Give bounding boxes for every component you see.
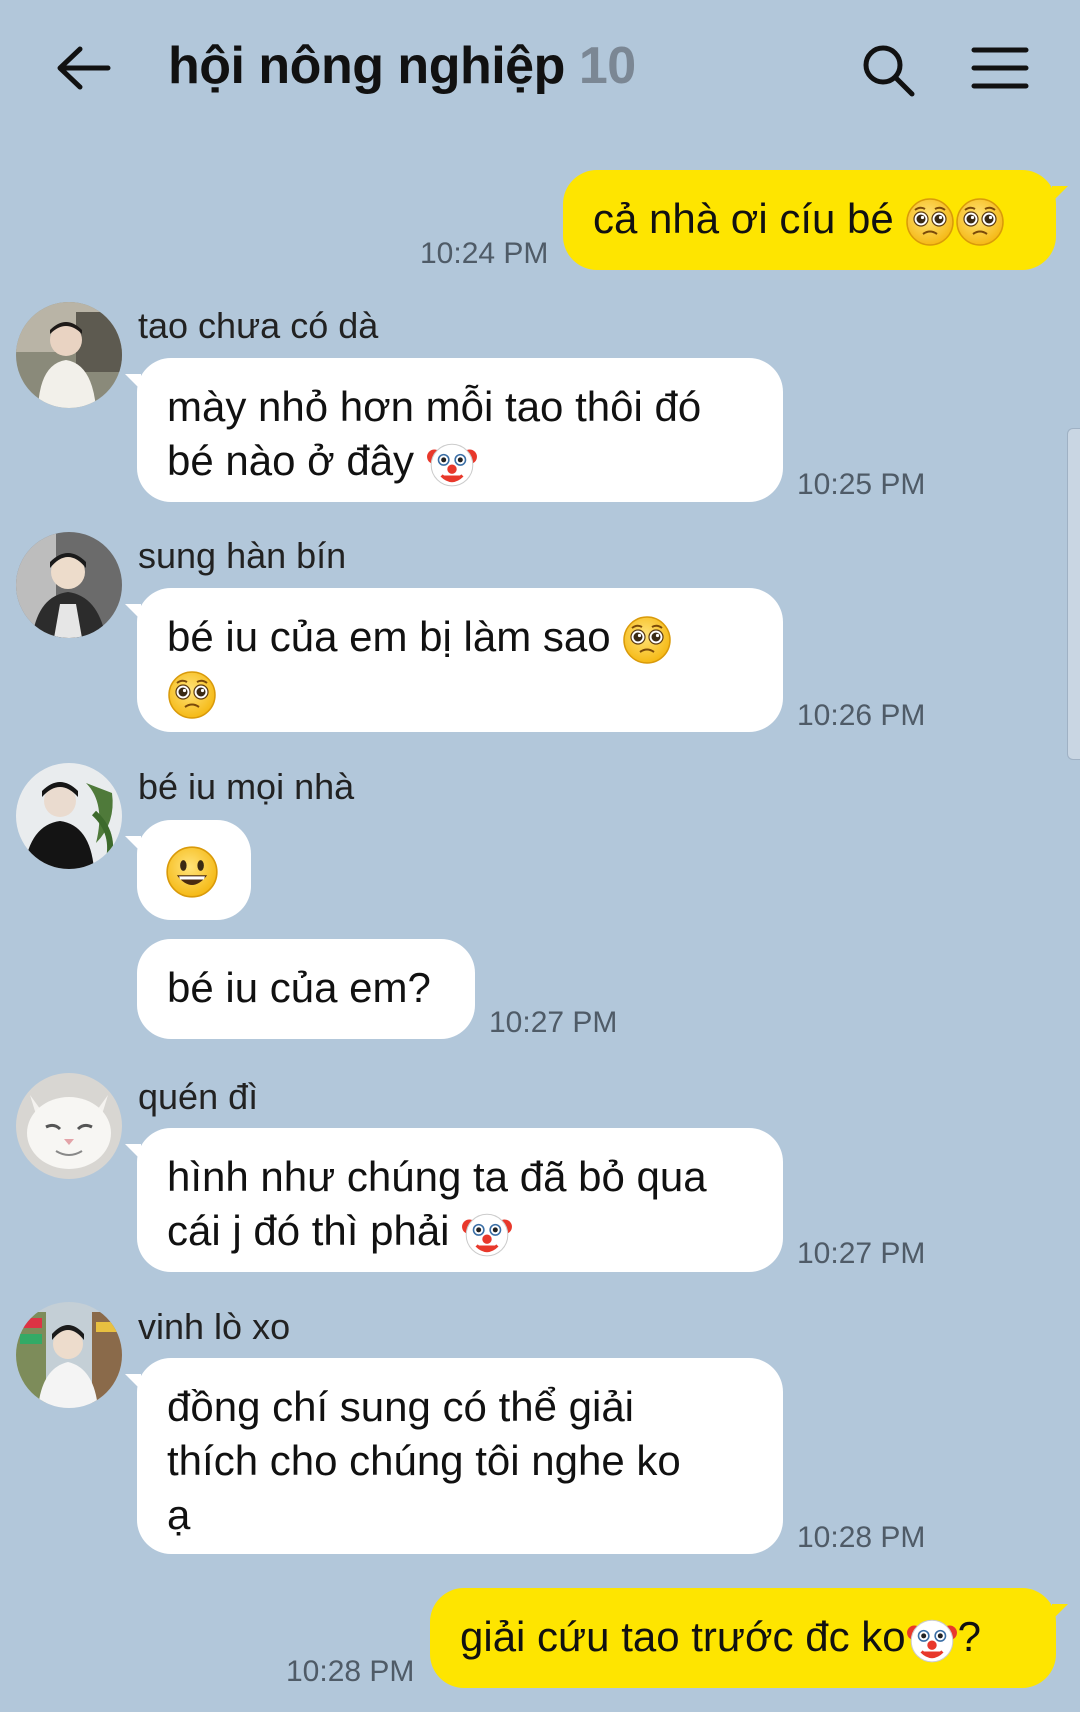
pleading-face-icon — [622, 615, 672, 665]
clown-face-icon — [461, 1208, 513, 1260]
pleading-face-icon — [905, 197, 955, 247]
chat-scrollbar[interactable] — [1067, 428, 1080, 760]
sender-name: sung hàn bín — [138, 535, 347, 576]
sender-name: quén đì — [138, 1076, 259, 1117]
member-count: 10 — [578, 37, 636, 95]
message-bubble[interactable]: hình như chúng ta đã bỏ qua cái j đó thì… — [125, 1128, 783, 1272]
avatar[interactable] — [16, 302, 122, 408]
sender-name: vinh lò xo — [138, 1306, 291, 1347]
message-text-line: thích cho chúng tôi nghe ko — [167, 1437, 681, 1484]
menu-button[interactable] — [970, 44, 1030, 92]
avatar[interactable] — [16, 763, 122, 869]
message-text: bé iu của em bị làm sao — [167, 613, 611, 660]
arrow-left-icon — [57, 46, 111, 90]
message-time: 10:27 PM — [797, 1237, 926, 1270]
message-text-suffix: ? — [957, 1613, 981, 1660]
message-text-line: hình như chúng ta đã bỏ qua — [167, 1153, 707, 1200]
message-text: giải cứu tao trước đc ko — [460, 1613, 906, 1660]
message-text-line: ạ — [167, 1491, 191, 1538]
group-name: hội nông nghiệp — [168, 37, 565, 95]
message-bubble[interactable]: bé iu của em bị làm sao — [125, 588, 783, 732]
clown-face-icon — [426, 438, 478, 490]
message-time: 10:27 PM — [489, 1006, 618, 1039]
message-text: cả nhà ơi cíu bé — [593, 195, 894, 242]
chat-title: hội nông nghiệp 10 — [168, 36, 636, 96]
message-bubble-mine[interactable]: giải cứu tao trước đc ko? — [430, 1588, 1068, 1688]
message-time: 10:25 PM — [797, 468, 926, 501]
pleading-face-icon — [955, 197, 1005, 247]
message-bubble[interactable]: bé iu của em? — [137, 939, 475, 1039]
avatar[interactable] — [16, 1302, 122, 1408]
message-bubble[interactable]: mày nhỏ hơn mỗi tao thôi đó bé nào ở đây — [125, 358, 783, 502]
avatar-photo — [16, 532, 122, 638]
chat-header: hội nông nghiệp 10 — [0, 0, 1080, 140]
back-button[interactable] — [50, 38, 120, 98]
message-text-line: mày nhỏ hơn mỗi tao thôi đó — [167, 383, 702, 430]
message-text-line: bé nào ở đây — [167, 437, 415, 484]
sender-name: tao chưa có dà — [138, 305, 379, 346]
message-time: 10:28 PM — [286, 1655, 415, 1688]
message-bubble[interactable] — [125, 820, 251, 920]
search-button[interactable] — [858, 40, 918, 100]
message-time: 10:26 PM — [797, 699, 926, 732]
message-text-line: đồng chí sung có thể giải — [167, 1383, 635, 1430]
clown-face-icon — [906, 1614, 958, 1666]
pleading-face-icon — [167, 670, 217, 720]
message-text: bé iu của em? — [167, 964, 431, 1011]
message-time: 10:24 PM — [420, 237, 549, 270]
hamburger-menu-icon — [971, 47, 1029, 89]
avatar[interactable] — [16, 532, 122, 638]
message-text-line: cái j đó thì phải — [167, 1207, 450, 1254]
avatar-photo — [16, 763, 122, 869]
avatar-photo — [16, 302, 122, 408]
message-bubble[interactable]: đồng chí sung có thể giải thích cho chún… — [125, 1358, 783, 1554]
sender-name: bé iu mọi nhà — [138, 766, 355, 807]
grinning-face-icon — [165, 845, 219, 899]
avatar-photo — [16, 1073, 122, 1179]
search-icon — [863, 45, 915, 97]
message-bubble-mine[interactable]: cả nhà ơi cíu bé — [563, 170, 1068, 270]
avatar[interactable] — [16, 1073, 122, 1179]
avatar-photo — [16, 1302, 122, 1408]
message-time: 10:28 PM — [797, 1521, 926, 1554]
